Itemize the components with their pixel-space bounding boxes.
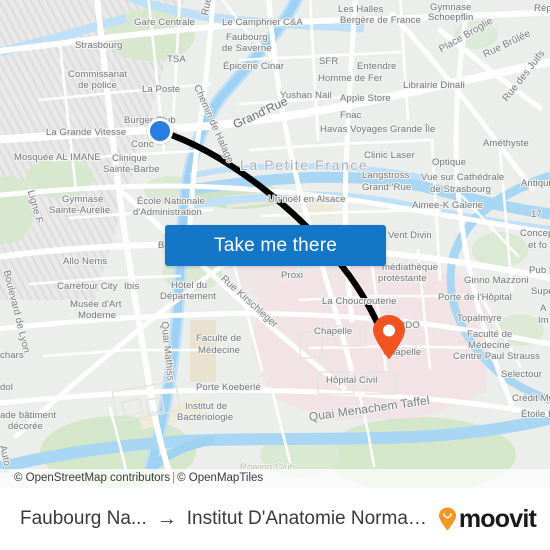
moovit-wordmark: moovit bbox=[458, 504, 537, 533]
openmaptiles-attribution-link[interactable]: © OpenMapTiles bbox=[177, 472, 263, 484]
moovit-pin-icon bbox=[438, 507, 457, 531]
osm-attribution-link[interactable]: © OpenStreetMap contributors bbox=[14, 472, 170, 484]
moovit-trip-map-screen: La Petite France Gare Centrale Les Halle… bbox=[0, 0, 550, 550]
trip-endpoints: Faubourg Na... → Institut D'Anatomie Nor… bbox=[20, 508, 430, 530]
attribution-separator: | bbox=[172, 472, 176, 484]
origin-marker[interactable] bbox=[147, 118, 173, 144]
map-container[interactable]: La Petite France Gare Centrale Les Halle… bbox=[0, 0, 550, 488]
map-attribution: © OpenStreetMap contributors | © OpenMapTi… bbox=[0, 469, 550, 488]
trip-summary-bar: Faubourg Na... → Institut D'Anatomie Nor… bbox=[0, 488, 550, 550]
take-me-there-label: Take me there bbox=[214, 234, 337, 256]
trip-destination-label[interactable]: Institut D'Anatomie Normale Et Pat... bbox=[187, 508, 430, 530]
destination-pin-icon[interactable] bbox=[372, 314, 406, 360]
take-me-there-button[interactable]: Take me there bbox=[165, 225, 386, 266]
moovit-logo[interactable]: moovit bbox=[438, 504, 537, 534]
trip-origin-label[interactable]: Faubourg Na... bbox=[20, 508, 147, 530]
arrow-right-icon: → bbox=[156, 508, 177, 530]
